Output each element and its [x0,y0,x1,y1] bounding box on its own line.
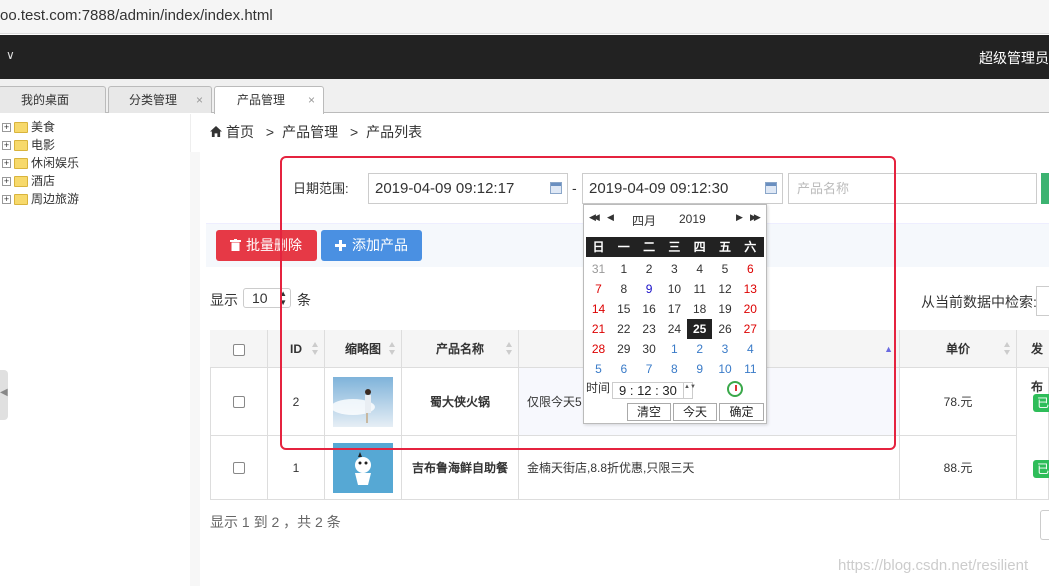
tree-item-movie[interactable]: + 电影 [2,136,55,154]
breadcrumb-home[interactable]: 首页 [226,124,254,140]
filter-label: 从当前数据中检索: [921,294,1037,310]
tab-label: 我的桌面 [21,93,70,107]
sidebar-toggle[interactable]: ◀ [0,370,8,420]
tree-item-label: 电影 [31,138,56,152]
url-text[interactable]: oo.test.com:7888/admin/index/index.html [0,7,273,24]
user-menu[interactable]: 超级管理员 [979,48,1049,68]
folder-icon [14,158,28,170]
header-checkbox-cell [210,330,268,368]
top-header: ∨ 超级管理员 [0,35,1049,79]
select-all-checkbox[interactable] [232,343,245,356]
tree-item-leisure[interactable]: + 休闲娱乐 [2,154,79,172]
folder-icon [14,122,28,134]
caret-left-icon: ◀ [0,387,8,398]
folder-icon [14,176,28,188]
table-row-checkbox-cell [210,368,268,436]
close-icon[interactable]: × [196,87,203,113]
status-badge: 已 [1033,460,1049,478]
table-row-checkbox-cell [210,436,268,500]
cell-price: 78.元 [900,368,1017,436]
tree-item-label: 周边旅游 [31,192,80,206]
folder-icon [14,194,28,206]
trash-icon [230,239,241,251]
filter-input[interactable] [1036,286,1049,316]
folder-icon [14,140,28,152]
pagination[interactable] [1040,510,1049,540]
address-bar[interactable]: oo.test.com:7888/admin/index/index.html [0,0,1049,34]
expand-icon[interactable]: + [2,159,11,169]
breadcrumb-separator: > [265,124,275,140]
tree-item-food[interactable]: + 美食 [2,118,55,136]
tree-item-hotel[interactable]: + 酒店 [2,172,55,190]
tab-label: 分类管理 [129,93,178,107]
breadcrumb-page: 产品列表 [366,124,423,140]
tab-product[interactable]: 产品管理 × [214,86,324,114]
expand-icon[interactable]: + [2,141,11,151]
header-publish-label: 发布 [1031,342,1044,394]
close-icon[interactable]: × [308,87,315,113]
tree-item-label: 美食 [31,120,56,134]
header-price-label: 单价 [945,342,970,356]
row-checkbox[interactable] [232,461,245,474]
tree-item-travel[interactable]: + 周边旅游 [2,190,79,208]
search-button[interactable] [1041,173,1049,204]
watermark: https://blog.csdn.net/resilient [838,557,1029,574]
product-thumbnail[interactable] [333,442,393,493]
breadcrumb-section: 产品管理 [282,124,339,140]
tab-strip: 我的桌面 分类管理 × 产品管理 × [0,79,1049,114]
page-length-value: 10 [252,290,268,306]
expand-icon[interactable]: + [2,123,11,133]
tab-label: 产品管理 [237,93,286,107]
tree-item-label: 休闲娱乐 [31,156,80,170]
header-price[interactable]: 单价 [900,330,1017,368]
table-info: 显示 1 到 2 ，共 2 条 [210,514,341,530]
breadcrumb: 首页 > 产品管理 > 产品列表 [210,122,422,142]
tab-desktop[interactable]: 我的桌面 [0,86,106,113]
status-badge: 已 [1033,394,1049,412]
home-icon [210,126,222,137]
breadcrumb-separator: > [349,124,359,140]
expand-icon[interactable]: + [2,177,11,187]
chevron-down-icon[interactable]: ∨ [6,48,15,62]
tab-category[interactable]: 分类管理 × [108,86,212,113]
tree-item-label: 酒店 [31,174,56,188]
sort-icon [1004,342,1011,356]
cell-price: 88.元 [900,436,1017,500]
row-checkbox[interactable] [232,395,245,408]
header-publish[interactable]: 发布 [1017,330,1049,394]
highlight-box [280,156,896,450]
expand-icon[interactable]: + [2,195,11,205]
length-prefix: 显示 [210,292,238,308]
